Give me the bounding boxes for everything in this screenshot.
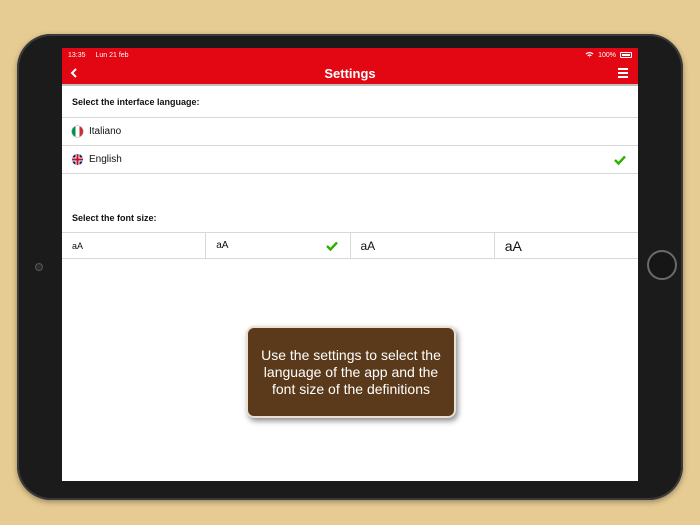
chevron-left-icon <box>70 68 77 78</box>
font-size-selector: aA aA aA aA <box>62 233 638 259</box>
font-size-option-medium[interactable]: aA <box>351 233 495 258</box>
language-label: English <box>89 154 122 165</box>
checkmark-icon <box>325 241 338 251</box>
home-button[interactable] <box>647 250 677 280</box>
wifi-icon <box>585 51 594 60</box>
language-label: Italiano <box>89 126 122 137</box>
back-button[interactable] <box>66 65 82 81</box>
font-size-label: aA <box>504 237 522 254</box>
nav-bar: Settings <box>62 62 638 86</box>
menu-button[interactable] <box>618 66 632 80</box>
status-left: 13:35 Lun 21 feb <box>68 52 137 59</box>
status-right: 100% <box>585 51 632 60</box>
hamburger-menu-icon <box>618 68 628 70</box>
status-time: 13:35 <box>68 51 86 59</box>
font-size-option-small[interactable]: aA <box>206 233 351 258</box>
language-section-header: Select the interface language: <box>62 86 638 118</box>
font-size-label: aA <box>216 240 229 251</box>
language-option-english[interactable]: English <box>62 146 638 174</box>
checkmark-icon <box>614 155 626 165</box>
status-bar: 13:35 Lun 21 feb 100% <box>62 48 638 62</box>
status-date: Lun 21 feb <box>95 51 129 59</box>
battery-icon <box>620 52 632 58</box>
help-tooltip: Use the settings to select the language … <box>246 326 456 418</box>
app-screen: 13:35 Lun 21 feb 100% Settings Select th… <box>62 48 638 481</box>
tablet-frame: 13:35 Lun 21 feb 100% Settings Select th… <box>17 34 683 500</box>
battery-percent: 100% <box>598 51 616 59</box>
camera-dot <box>35 263 43 271</box>
hamburger-line <box>618 76 628 78</box>
italy-flag-icon <box>72 126 83 137</box>
language-option-italiano[interactable]: Italiano <box>62 118 638 146</box>
uk-flag-icon <box>72 154 83 165</box>
font-size-option-smallest[interactable]: aA <box>62 233 207 258</box>
font-size-label: aA <box>360 238 376 253</box>
hamburger-line <box>618 72 628 74</box>
font-size-label: aA <box>72 240 84 251</box>
tooltip-text: Use the settings to select the language … <box>261 346 441 397</box>
page-title: Settings <box>324 65 376 81</box>
font-size-option-large[interactable]: aA <box>495 233 638 258</box>
font-size-section-header: Select the font size: <box>62 203 638 233</box>
